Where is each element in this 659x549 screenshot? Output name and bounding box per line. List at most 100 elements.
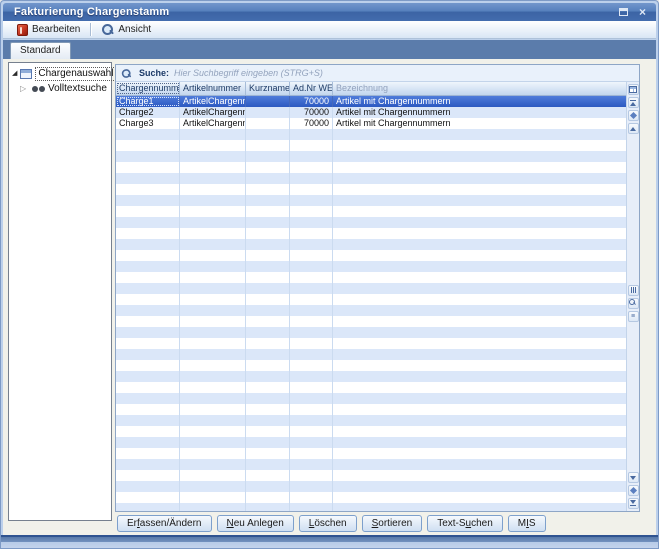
empty-row — [116, 349, 626, 360]
empty-row — [116, 492, 626, 503]
table-row[interactable]: Charge3ArtikelChargennumme 70000Artikel m… — [116, 118, 626, 129]
empty-cell — [180, 338, 246, 349]
tab-bar: Standard — [3, 40, 656, 59]
empty-cell — [246, 140, 290, 151]
jump-down-button[interactable] — [628, 485, 639, 496]
empty-cell — [290, 393, 333, 404]
cell[interactable]: ArtikelChargennumme — [180, 118, 246, 129]
erfassen-aendern-button[interactable]: Erfassen/Ändern — [117, 515, 212, 532]
empty-cell — [180, 360, 246, 371]
text-suchen-button[interactable]: Text-Suchen — [427, 515, 503, 532]
grid-rows: Charge1ArtikelChargennumme 70000Artikel m… — [116, 96, 626, 511]
column-header-2[interactable]: Artikelnummer — [180, 82, 246, 95]
empty-row — [116, 250, 626, 261]
scroll-down-button[interactable] — [628, 472, 639, 483]
empty-cell — [246, 206, 290, 217]
cell[interactable] — [246, 107, 290, 118]
cell[interactable]: 70000 — [290, 118, 333, 129]
empty-cell — [116, 316, 180, 327]
empty-cell — [246, 316, 290, 327]
empty-row — [116, 360, 626, 371]
empty-cell — [333, 426, 626, 437]
empty-cell — [290, 492, 333, 503]
column-header-4[interactable]: Ad.Nr WE — [290, 82, 333, 95]
search-icon — [121, 68, 131, 78]
columns-button[interactable] — [628, 285, 639, 296]
empty-cell — [333, 162, 626, 173]
empty-cell — [246, 217, 290, 228]
cell[interactable]: ArtikelChargennumme — [180, 96, 246, 107]
cell[interactable] — [246, 118, 290, 129]
cell[interactable]: 70000 — [290, 96, 333, 107]
empty-row — [116, 305, 626, 316]
arrow-down-icon — [630, 500, 636, 504]
tab-standard[interactable]: Standard — [10, 42, 71, 59]
bearbeiten-button[interactable]: Bearbeiten — [10, 22, 87, 38]
empty-cell — [290, 426, 333, 437]
empty-cell — [290, 448, 333, 459]
window-bottom-frame — [1, 535, 658, 548]
empty-row — [116, 228, 626, 239]
empty-cell — [290, 195, 333, 206]
tree-item-volltextsuche[interactable]: ▷ Volltextsuche — [9, 81, 111, 96]
close-button[interactable]: × — [636, 6, 649, 18]
empty-cell — [246, 426, 290, 437]
collapse-arrow-icon[interactable]: ◢ — [12, 69, 17, 78]
empty-cell — [116, 470, 180, 481]
empty-cell — [180, 448, 246, 459]
empty-cell — [180, 481, 246, 492]
empty-row — [116, 261, 626, 272]
column-chooser-button[interactable] — [628, 84, 639, 95]
cell[interactable]: Artikel mit Chargennummern — [333, 107, 626, 118]
empty-row — [116, 129, 626, 140]
column-header-1[interactable]: Chargennummer▼ — [116, 82, 180, 95]
empty-cell — [246, 415, 290, 426]
empty-cell — [246, 492, 290, 503]
cell[interactable]: ArtikelChargennumme — [180, 107, 246, 118]
jump-up-button[interactable] — [628, 110, 639, 121]
tree-item-chargenauswahl[interactable]: ◢ Chargenauswahl — [9, 66, 111, 81]
ansicht-button[interactable]: Ansicht — [94, 22, 158, 38]
sortieren-button[interactable]: Sortieren — [362, 515, 423, 532]
column-header-5[interactable]: Bezeichnung — [333, 82, 626, 95]
empty-cell — [116, 448, 180, 459]
table-row[interactable]: Charge1ArtikelChargennumme 70000Artikel m… — [116, 96, 626, 107]
empty-cell — [333, 448, 626, 459]
restore-button[interactable] — [617, 6, 630, 18]
mis-button[interactable]: MIS — [508, 515, 546, 532]
filter-button[interactable]: ≡ — [628, 311, 639, 322]
cell[interactable]: Charge3 — [116, 118, 180, 129]
window-title: Fakturierung Chargenstamm — [3, 6, 169, 18]
column-header-3[interactable]: Kurzname — [246, 82, 290, 95]
cell[interactable]: Artikel mit Chargennummern — [333, 118, 626, 129]
empty-row — [116, 217, 626, 228]
table-row[interactable]: Charge2ArtikelChargennumme 70000Artikel m… — [116, 107, 626, 118]
scroll-bottom-button[interactable] — [628, 498, 639, 509]
expand-arrow-icon[interactable]: ▷ — [20, 84, 29, 93]
diamond-icon — [629, 112, 636, 119]
empty-cell — [246, 404, 290, 415]
cell[interactable] — [246, 96, 290, 107]
empty-cell — [333, 492, 626, 503]
empty-cell — [116, 140, 180, 151]
cell[interactable]: 70000 — [290, 107, 333, 118]
empty-cell — [333, 239, 626, 250]
scroll-up-button[interactable] — [628, 123, 639, 134]
neu-anlegen-button[interactable]: Neu Anlegen — [217, 515, 294, 532]
scroll-top-button[interactable] — [628, 97, 639, 108]
grid-body: Chargennummer▼ArtikelnummerKurznameAd.Nr… — [116, 82, 639, 511]
zoom-button[interactable] — [628, 298, 639, 309]
loeschen-button[interactable]: Löschen — [299, 515, 357, 532]
grid-header: Chargennummer▼ArtikelnummerKurznameAd.Nr… — [116, 82, 626, 96]
cell[interactable]: Charge1 — [116, 96, 180, 107]
search-bar[interactable]: Suche: Hier Suchbegriff eingeben (STRG+S… — [116, 65, 639, 82]
empty-cell — [180, 129, 246, 140]
empty-cell — [116, 338, 180, 349]
empty-cell — [333, 184, 626, 195]
cell[interactable]: Charge2 — [116, 107, 180, 118]
cell[interactable]: Artikel mit Chargennummern — [333, 96, 626, 107]
empty-row — [116, 272, 626, 283]
empty-row — [116, 371, 626, 382]
empty-cell — [180, 283, 246, 294]
empty-cell — [116, 250, 180, 261]
